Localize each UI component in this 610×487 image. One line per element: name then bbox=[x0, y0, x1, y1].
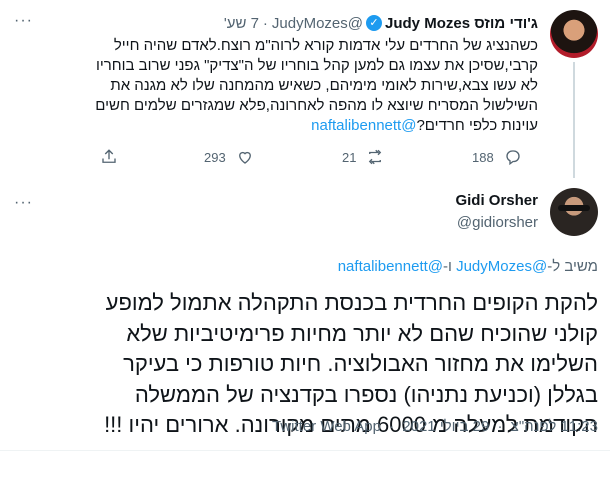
parent-body-last-text: עוינות כלפי חרדים? bbox=[416, 117, 538, 134]
main-text-line: קולני שהוכיח שהם לא יותר מחיות פרימיטיבי… bbox=[126, 320, 598, 346]
parent-body-line: לא עשו צבא,שירות לאומי מימיהם, כשאיש מהמ… bbox=[110, 77, 538, 94]
main-author-handle[interactable]: @gidiorsher bbox=[457, 214, 538, 231]
header-separator: · bbox=[262, 14, 268, 32]
replying-mention-naftalibennett[interactable]: @naftalibennett bbox=[338, 258, 443, 275]
main-text-line: בגללן (וכניעת נתניהו) נספרו בקדנציה של ה… bbox=[134, 381, 598, 407]
retweet-count: 21 bbox=[342, 149, 357, 165]
tweet-client[interactable]: Twitter Web App bbox=[272, 418, 381, 435]
share-icon bbox=[102, 149, 116, 163]
replying-mention-judymozes[interactable]: @JudyMozes bbox=[456, 258, 547, 275]
more-icon[interactable]: ··· bbox=[14, 12, 33, 30]
reply-icon bbox=[506, 150, 520, 166]
tweet-time[interactable]: 11:23 לפנה"צ bbox=[511, 418, 598, 435]
mention-link[interactable]: @naftalibennett bbox=[311, 117, 416, 134]
parent-tweet-time[interactable]: 7 שע' bbox=[224, 15, 259, 32]
parent-body-line: כשהנציג של החרדים עלי אדמות קורא לרוה"מ … bbox=[113, 37, 538, 54]
parent-author-handle[interactable]: @JudyMozes bbox=[272, 15, 363, 32]
parent-body-line: השילשול המסריח שיוצא לו מהפה לאחרונה,פלא… bbox=[95, 97, 538, 114]
main-text-line: השלימו את מחזור האבולוציה. חיות טורפות כ… bbox=[123, 351, 598, 376]
thread-connector-line bbox=[573, 62, 575, 178]
replying-to: משיב ל-@JudyMozes ו-@naftalibennett bbox=[338, 258, 598, 275]
parent-tweet-body: כשהנציג של החרדים עלי אדמות קורא לרוה"מ … bbox=[78, 36, 538, 136]
parent-body-line: עוינות כלפי חרדים?@naftalibennett bbox=[78, 116, 538, 136]
parent-tweet[interactable]: ג'ודי מוזס Judy Mozes ✓ @JudyMozes · 7 ש… bbox=[0, 0, 610, 178]
meta-separator: · bbox=[497, 418, 503, 435]
retweet-action[interactable]: 21 bbox=[342, 148, 384, 166]
more-icon[interactable]: ··· bbox=[14, 194, 33, 212]
main-author-name[interactable]: Gidi Orsher bbox=[455, 192, 538, 209]
parent-author-name[interactable]: ג'ודי מוזס Judy Mozes bbox=[385, 15, 538, 32]
parent-tweet-actions: 293 21 188 bbox=[100, 148, 520, 168]
verified-badge-icon: ✓ bbox=[366, 15, 383, 31]
share-action[interactable] bbox=[100, 148, 128, 166]
like-action[interactable]: 293 bbox=[204, 148, 254, 166]
parent-tweet-header: ג'ודי מוזס Judy Mozes ✓ @JudyMozes · 7 ש… bbox=[14, 12, 538, 34]
like-count: 293 bbox=[204, 149, 226, 165]
tweet-date[interactable]: 29 ביולי 2021 bbox=[402, 418, 489, 435]
main-author-avatar[interactable] bbox=[550, 188, 598, 236]
replying-prefix: משיב ל- bbox=[547, 258, 598, 275]
replying-joiner: ו- bbox=[443, 258, 457, 275]
reply-count: 188 bbox=[472, 149, 494, 165]
parent-author-avatar[interactable] bbox=[550, 10, 598, 58]
main-text-line: להקת הקופים החרדית בכנסת התקהלה אתמול למ… bbox=[105, 290, 598, 315]
retweet-icon bbox=[369, 149, 382, 165]
meta-separator: · bbox=[389, 418, 395, 435]
like-icon bbox=[238, 151, 251, 164]
tweet-metadata: 11:23 לפנה"צ · 29 ביולי 2021 · Twitter W… bbox=[272, 418, 598, 435]
parent-body-line: קרבי,שסיכן את עצמו גם למען קהל בוחריו של… bbox=[95, 57, 538, 74]
main-tweet: Gidi Orsher @gidiorsher ··· משיב ל-@Judy… bbox=[0, 178, 610, 487]
reply-action[interactable]: 188 bbox=[472, 148, 522, 166]
divider bbox=[0, 450, 610, 451]
